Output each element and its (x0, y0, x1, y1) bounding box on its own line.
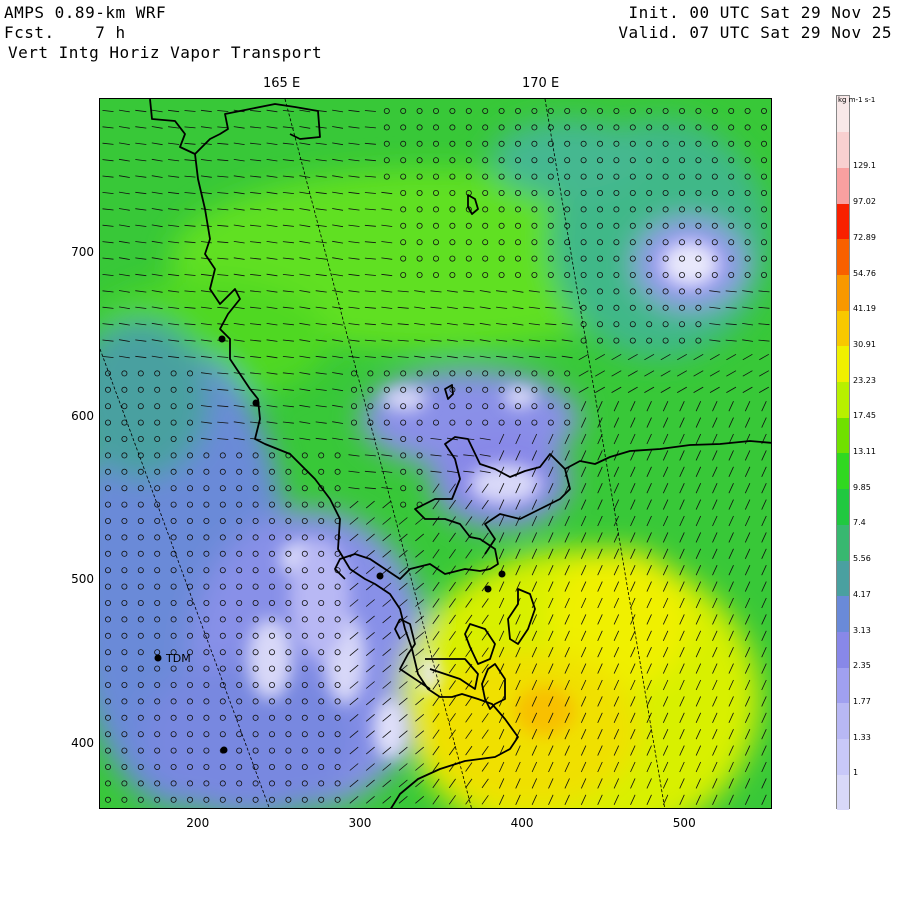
colorbar-level-label: 23.23 (853, 375, 876, 385)
colorbar-level-label: 1 (853, 768, 859, 778)
colorbar-swatch (837, 417, 849, 454)
colorbar-swatch (837, 131, 849, 168)
colorbar-swatch (837, 203, 849, 240)
colorbar-level-label: 2.35 (853, 661, 871, 671)
colorbar-level-label: 1.77 (853, 696, 871, 706)
colorbar-unit: kg m-1 s-1 (838, 96, 876, 104)
colorbar-level-label: 97.02 (853, 197, 876, 207)
station-dot[interactable] (498, 570, 506, 578)
colorbar-swatch (837, 524, 849, 561)
colorbar-swatch (837, 774, 849, 811)
colorbar-swatch (837, 381, 849, 418)
x-tick-label: 400 (510, 816, 534, 830)
station-label: TDM (165, 652, 191, 665)
vapor-transport-map[interactable]: TDM (99, 98, 772, 809)
model-title: AMPS 0.89-km WRF (4, 3, 167, 22)
colorbar-level-label: 30.91 (853, 339, 876, 349)
lon-label-170e: 170 E (522, 76, 560, 91)
station-dot[interactable] (376, 572, 384, 580)
colorbar-level-label: 17.45 (853, 411, 876, 421)
colorbar-swatch (837, 453, 849, 490)
colorbar-level-label: 54.76 (853, 268, 876, 278)
colorbar-level-label: 13.11 (853, 447, 876, 456)
station-dot[interactable] (154, 654, 162, 662)
colorbar-swatch (837, 167, 849, 204)
colorbar-level-label: 4.17 (853, 589, 871, 599)
station-dot[interactable] (252, 399, 260, 407)
colorbar-swatch (837, 310, 849, 347)
colorbar-swatch (837, 595, 849, 632)
colorbar-swatch (837, 238, 849, 275)
forecast-hour: Fcst. 7 h (4, 23, 126, 42)
init-time: Init. 00 UTC Sat 29 Nov 25 (628, 3, 892, 22)
x-tick-label: 500 (672, 816, 696, 830)
y-tick-label: 500 (71, 572, 94, 587)
colorbar-swatch (837, 488, 849, 525)
colorbar-level-label: 1.33 (853, 732, 871, 742)
colorbar-level-label: 5.56 (853, 554, 871, 564)
lon-label-165e: 165 E (263, 76, 301, 91)
colorbar-swatch (837, 345, 849, 383)
station-dot[interactable] (220, 746, 228, 754)
colorbar-swatch (837, 738, 849, 775)
colorbar-swatch (837, 274, 849, 311)
colorbar-swatch (837, 667, 849, 704)
colorbar (836, 95, 850, 811)
station-dot[interactable] (484, 585, 492, 593)
y-tick-label: 600 (71, 408, 94, 423)
colorbar-swatch (837, 560, 849, 597)
colorbar-swatch (837, 631, 849, 668)
valid-time: Valid. 07 UTC Sat 29 Nov 25 (618, 23, 892, 42)
station-dot[interactable] (218, 335, 226, 343)
colorbar-level-label: 41.19 (853, 304, 876, 314)
y-tick-label: 400 (71, 735, 94, 750)
field-title: Vert Intg Horiz Vapor Transport (8, 43, 323, 62)
y-tick-label: 700 (71, 245, 94, 260)
colorbar-level-label: 3.13 (853, 625, 871, 635)
colorbar-swatch (837, 702, 849, 740)
map-canvas: TDM (100, 99, 771, 808)
colorbar-level-label: 9.85 (853, 482, 871, 492)
colorbar-level-label: 7.4 (853, 518, 866, 528)
x-tick-label: 200 (186, 816, 210, 830)
colorbar-level-label: 72.89 (853, 232, 876, 242)
x-tick-label: 300 (348, 816, 372, 830)
colorbar-level-label: 129.1 (853, 161, 876, 171)
